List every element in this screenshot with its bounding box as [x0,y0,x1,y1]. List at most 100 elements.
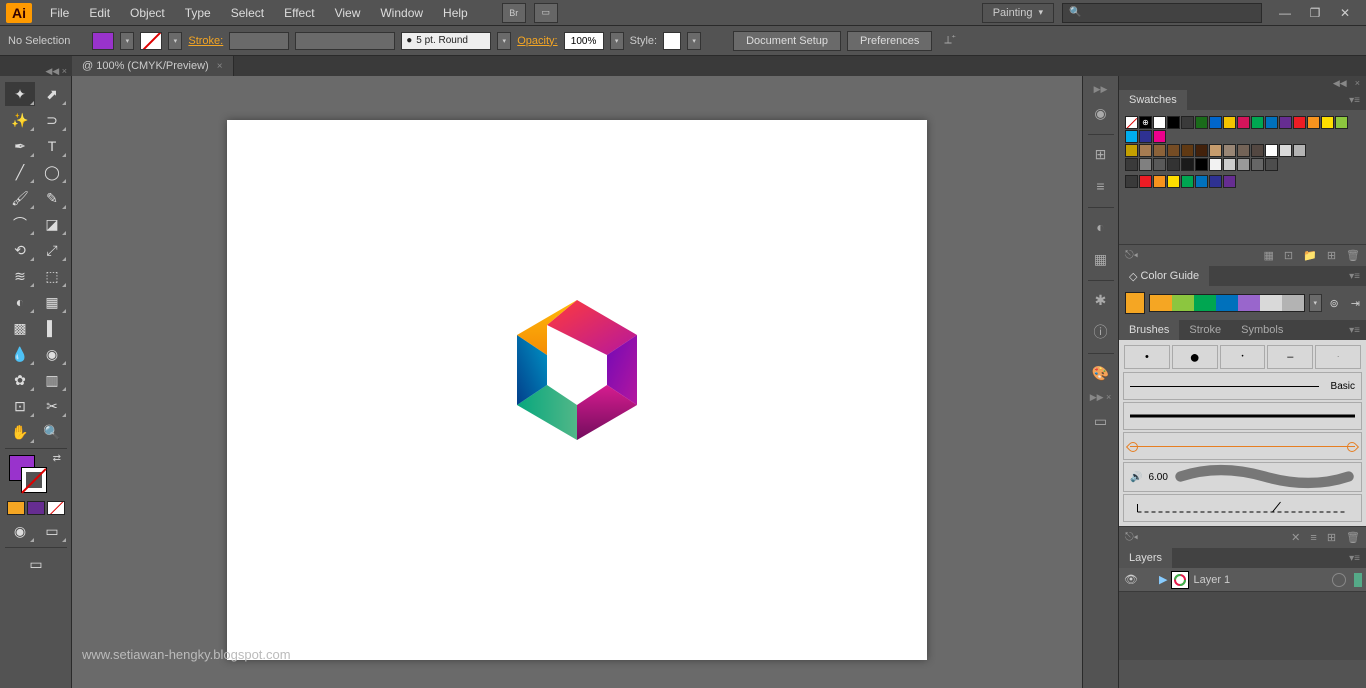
stroke-color[interactable] [21,467,47,493]
swatch[interactable] [1251,158,1264,171]
menu-effect[interactable]: Effect [274,0,324,26]
swatch[interactable] [1237,116,1250,129]
document-tab[interactable]: @ 100% (CMYK/Preview) × [72,56,234,76]
minimize-button[interactable]: — [1270,3,1300,23]
menu-help[interactable]: Help [433,0,478,26]
menu-select[interactable]: Select [221,0,274,26]
swatch[interactable] [1209,116,1222,129]
swatch[interactable] [1125,130,1138,143]
swatch[interactable] [1167,144,1180,157]
layer-name[interactable]: Layer 1 [1193,574,1230,586]
cg-color[interactable] [1238,295,1260,311]
fill-dropdown[interactable] [120,32,134,50]
swatch[interactable] [1195,158,1208,171]
cg-edit-icon[interactable]: ⊚ [1330,297,1339,310]
swatch[interactable] [1209,158,1222,171]
brush-library-icon[interactable]: ⎋◂ [1125,531,1138,544]
slice-tool[interactable]: ✂ [37,394,67,418]
close-tab-icon[interactable]: × [217,61,223,72]
delete-swatch-icon[interactable]: 🗑 [1346,249,1360,262]
swatch[interactable] [1153,158,1166,171]
swatch-folder-icon[interactable] [1125,158,1138,171]
swatches-tab[interactable]: Swatches [1119,90,1187,110]
pencil-tool[interactable]: ✎ [37,186,67,210]
swatch[interactable] [1181,175,1194,188]
swatch[interactable] [1139,175,1152,188]
menu-object[interactable]: Object [120,0,175,26]
layers-menu-icon[interactable]: ▾≡ [1343,553,1366,564]
swatch[interactable] [1223,144,1236,157]
cg-color[interactable] [1194,295,1216,311]
swatch[interactable] [1209,175,1222,188]
layers-tab[interactable]: Layers [1119,548,1172,568]
line-tool[interactable]: ╱ [5,160,35,184]
mesh-tool[interactable]: ▩ [5,316,35,340]
swatch[interactable] [1181,144,1194,157]
swatch[interactable] [1279,144,1292,157]
brush-preset-1[interactable]: • [1124,345,1170,369]
layer-row[interactable]: 👁 ▶ Layer 1 [1119,568,1366,592]
tools-collapse[interactable]: ◀◀ × [37,66,67,77]
opacity-input[interactable]: 100% [564,32,604,50]
selection-tool[interactable]: ✦ [5,82,35,106]
brush-preset-4[interactable]: – [1267,345,1313,369]
stroke-link[interactable]: Stroke: [188,35,223,47]
swatch[interactable] [1153,130,1166,143]
lasso-tool[interactable]: ⊃ [37,108,67,132]
dock-extra-icon[interactable]: ▭ [1086,406,1116,436]
cg-color[interactable] [1216,295,1238,311]
cg-harmony-strip[interactable] [1149,294,1305,312]
dock-align-icon[interactable]: ≡ [1086,171,1116,201]
swatch[interactable] [1251,116,1264,129]
rotate-tool[interactable]: ⟲ [5,238,35,262]
swatch[interactable] [1139,144,1152,157]
swatch[interactable] [1181,116,1194,129]
canvas-area[interactable]: www.setiawan-hengky.blogspot.com [72,76,1082,688]
swatch[interactable] [1195,175,1208,188]
dock-color-icon[interactable]: ◉ [1086,98,1116,128]
swatch-folder-icon[interactable] [1125,175,1138,188]
symbol-sprayer-tool[interactable]: ✿ [5,368,35,392]
swatch-kind-icon[interactable]: ▦ [1263,249,1273,262]
swatch[interactable] [1237,144,1250,157]
swatch[interactable] [1265,158,1278,171]
dock-navigator-icon[interactable]: ✱ [1086,285,1116,315]
brushes-menu-icon[interactable]: ▾≡ [1343,325,1366,336]
blob-brush-tool[interactable]: ⌒ [5,212,35,236]
brush-preset-3[interactable]: • [1220,345,1266,369]
new-group-icon[interactable]: 📁 [1303,249,1317,262]
perspective-tool[interactable]: ▦ [37,290,67,314]
ellipse-tool[interactable]: ◯ [37,160,67,184]
visibility-icon[interactable]: 👁 [1123,573,1139,586]
style-dropdown[interactable] [687,32,701,50]
brush-preset-5[interactable]: · [1315,345,1361,369]
artboard[interactable] [227,120,927,660]
swatch[interactable] [1167,158,1180,171]
delete-brush-icon[interactable]: 🗑 [1346,531,1360,544]
eyedropper-tool[interactable]: 💧 [5,342,35,366]
dock-graphic-styles-icon[interactable]: ▦ [1086,244,1116,274]
swatch[interactable] [1335,116,1348,129]
screen-mode[interactable]: ▭ [37,519,67,543]
hand-tool[interactable]: ✋ [5,420,35,444]
brush-calligraphic[interactable]: 🔊6.00 [1123,462,1362,492]
swatch[interactable] [1167,175,1180,188]
maximize-button[interactable]: ❐ [1300,3,1330,23]
screen-mode-button[interactable]: ▭ [5,552,67,576]
swatch[interactable] [1181,158,1194,171]
menu-edit[interactable]: Edit [79,0,120,26]
color-guide-tab[interactable]: ◇Color Guide [1119,266,1209,286]
swatch[interactable] [1153,116,1166,129]
swatch[interactable] [1209,144,1222,157]
brush-pattern[interactable] [1123,494,1362,522]
swatch[interactable] [1237,158,1250,171]
search-input[interactable] [1062,3,1262,23]
blend-tool[interactable]: ◉ [37,342,67,366]
bridge-button[interactable]: Br [502,3,526,23]
swatch[interactable] [1307,116,1320,129]
swatch-registration[interactable]: ⊕ [1139,116,1152,129]
cg-dropdown[interactable] [1309,294,1322,312]
zoom-tool[interactable]: 🔍 [37,420,67,444]
swatches-menu-icon[interactable]: ▾≡ [1343,95,1366,106]
paintbrush-tool[interactable]: 🖌 [5,186,35,210]
